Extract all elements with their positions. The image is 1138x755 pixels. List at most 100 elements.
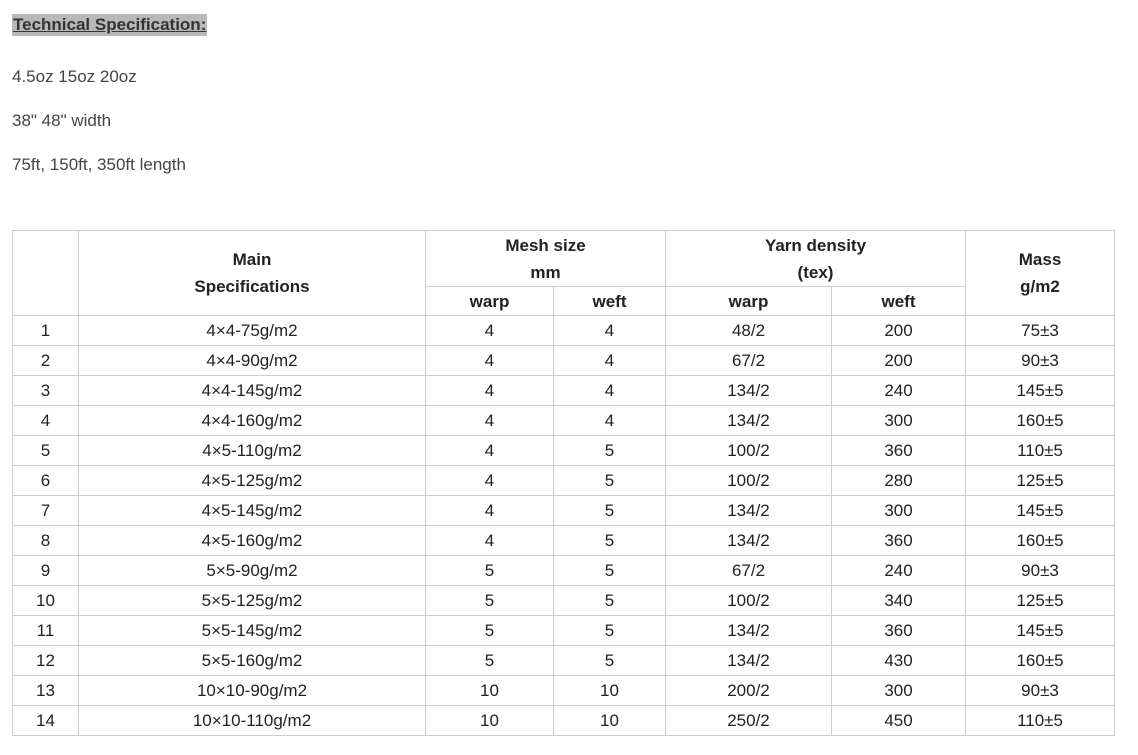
cell-main-specification: 4×5-110g/m2 xyxy=(78,435,426,466)
cell-mesh-warp: 4 xyxy=(425,375,554,406)
table-row: 11 5×5-145g/m2 5 5 134/2 360 145±5 xyxy=(12,615,1116,646)
cell-mesh-weft: 5 xyxy=(553,615,666,646)
cell-mesh-weft: 5 xyxy=(553,525,666,556)
header-yarn-line2: (tex) xyxy=(797,262,834,282)
header-main-line1: Main xyxy=(232,250,272,269)
cell-row-index: 6 xyxy=(12,465,79,496)
cell-mass: 145±5 xyxy=(965,375,1116,406)
cell-mass: 90±3 xyxy=(965,555,1116,586)
cell-row-index: 5 xyxy=(12,435,79,466)
cell-mass: 145±5 xyxy=(965,615,1116,646)
header-yarn-weft: weft xyxy=(830,286,967,316)
spec-lengths: 75ft, 150ft, 350ft length xyxy=(12,155,186,174)
cell-mass: 145±5 xyxy=(965,495,1116,526)
cell-mesh-weft: 10 xyxy=(553,675,666,706)
cell-yarn-weft: 430 xyxy=(830,645,967,676)
cell-mesh-warp: 4 xyxy=(425,405,554,436)
table-row: 13 10×10-90g/m2 10 10 200/2 300 90±3 xyxy=(12,675,1116,706)
cell-mass: 125±5 xyxy=(965,585,1116,616)
cell-row-index: 11 xyxy=(12,615,79,646)
header-mesh-weft: weft xyxy=(553,286,666,316)
cell-mass: 110±5 xyxy=(965,435,1116,466)
cell-main-specification: 4×5-125g/m2 xyxy=(78,465,426,496)
header-mesh-size: Mesh size mm xyxy=(425,230,666,287)
cell-row-index: 13 xyxy=(12,675,79,706)
cell-main-specification: 10×10-110g/m2 xyxy=(78,705,426,736)
cell-mesh-warp: 5 xyxy=(425,585,554,616)
table-row: 14 10×10-110g/m2 10 10 250/2 450 110±5 xyxy=(12,705,1116,736)
cell-mesh-weft: 4 xyxy=(553,405,666,436)
cell-main-specification: 4×5-145g/m2 xyxy=(78,495,426,526)
header-index xyxy=(12,230,79,316)
cell-main-specification: 5×5-125g/m2 xyxy=(78,585,426,616)
cell-row-index: 1 xyxy=(12,315,79,346)
cell-yarn-warp: 134/2 xyxy=(665,495,832,526)
cell-mesh-warp: 5 xyxy=(425,555,554,586)
cell-main-specification: 10×10-90g/m2 xyxy=(78,675,426,706)
cell-main-specification: 4×4-160g/m2 xyxy=(78,405,426,436)
header-mass-line1: Mass xyxy=(1018,250,1062,269)
cell-yarn-weft: 240 xyxy=(830,375,967,406)
cell-mass: 160±5 xyxy=(965,525,1116,556)
cell-mesh-weft: 4 xyxy=(553,315,666,346)
cell-mesh-warp: 4 xyxy=(425,315,554,346)
header-mass: Mass g/m2 xyxy=(965,230,1116,316)
cell-main-specification: 5×5-90g/m2 xyxy=(78,555,426,586)
table-row: 8 4×5-160g/m2 4 5 134/2 360 160±5 xyxy=(12,525,1116,556)
cell-mesh-weft: 5 xyxy=(553,645,666,676)
cell-mesh-warp: 4 xyxy=(425,345,554,376)
cell-row-index: 9 xyxy=(12,555,79,586)
header-mass-line2: g/m2 xyxy=(1020,277,1060,296)
cell-mesh-weft: 10 xyxy=(553,705,666,736)
cell-yarn-warp: 67/2 xyxy=(665,345,832,376)
cell-mesh-weft: 5 xyxy=(553,465,666,496)
spec-widths: 38" 48" width xyxy=(12,111,112,130)
cell-yarn-warp: 134/2 xyxy=(665,405,832,436)
cell-yarn-warp: 134/2 xyxy=(665,525,832,556)
cell-mesh-warp: 5 xyxy=(425,615,554,646)
table-row: 1 4×4-75g/m2 4 4 48/2 200 75±3 xyxy=(12,315,1116,346)
cell-row-index: 2 xyxy=(12,345,79,376)
cell-mesh-warp: 5 xyxy=(425,645,554,676)
table-row: 7 4×5-145g/m2 4 5 134/2 300 145±5 xyxy=(12,495,1116,526)
cell-row-index: 8 xyxy=(12,525,79,556)
cell-mass: 160±5 xyxy=(965,645,1116,676)
cell-main-specification: 5×5-160g/m2 xyxy=(78,645,426,676)
table-row: 10 5×5-125g/m2 5 5 100/2 340 125±5 xyxy=(12,585,1116,616)
cell-yarn-warp: 100/2 xyxy=(665,465,832,496)
table-row: 3 4×4-145g/m2 4 4 134/2 240 145±5 xyxy=(12,375,1116,406)
table-row: 5 4×5-110g/m2 4 5 100/2 360 110±5 xyxy=(12,435,1116,466)
cell-yarn-weft: 360 xyxy=(830,435,967,466)
header-yarn-line1: Yarn density xyxy=(764,235,867,255)
cell-main-specification: 4×4-145g/m2 xyxy=(78,375,426,406)
cell-mesh-warp: 10 xyxy=(425,705,554,736)
cell-yarn-warp: 134/2 xyxy=(665,645,832,676)
header-mesh-warp: warp xyxy=(425,286,554,316)
cell-yarn-weft: 300 xyxy=(830,405,967,436)
cell-mass: 90±3 xyxy=(965,345,1116,376)
cell-mesh-weft: 5 xyxy=(553,555,666,586)
cell-yarn-weft: 340 xyxy=(830,585,967,616)
table-row: 6 4×5-125g/m2 4 5 100/2 280 125±5 xyxy=(12,465,1116,496)
cell-row-index: 3 xyxy=(12,375,79,406)
cell-main-specification: 4×4-75g/m2 xyxy=(78,315,426,346)
cell-mesh-warp: 10 xyxy=(425,675,554,706)
cell-mesh-weft: 5 xyxy=(553,435,666,466)
cell-yarn-weft: 200 xyxy=(830,315,967,346)
cell-mesh-warp: 4 xyxy=(425,435,554,466)
cell-mass: 110±5 xyxy=(965,705,1116,736)
cell-mass: 90±3 xyxy=(965,675,1116,706)
table-row: 2 4×4-90g/m2 4 4 67/2 200 90±3 xyxy=(12,345,1116,376)
cell-yarn-warp: 134/2 xyxy=(665,615,832,646)
cell-mesh-warp: 4 xyxy=(425,525,554,556)
cell-row-index: 14 xyxy=(12,705,79,736)
cell-yarn-warp: 48/2 xyxy=(665,315,832,346)
cell-main-specification: 4×5-160g/m2 xyxy=(78,525,426,556)
cell-yarn-warp: 67/2 xyxy=(665,555,832,586)
section-heading: Technical Specification: xyxy=(12,14,208,36)
cell-main-specification: 4×4-90g/m2 xyxy=(78,345,426,376)
cell-yarn-warp: 250/2 xyxy=(665,705,832,736)
cell-mesh-weft: 5 xyxy=(553,495,666,526)
cell-yarn-weft: 450 xyxy=(830,705,967,736)
cell-yarn-warp: 100/2 xyxy=(665,585,832,616)
